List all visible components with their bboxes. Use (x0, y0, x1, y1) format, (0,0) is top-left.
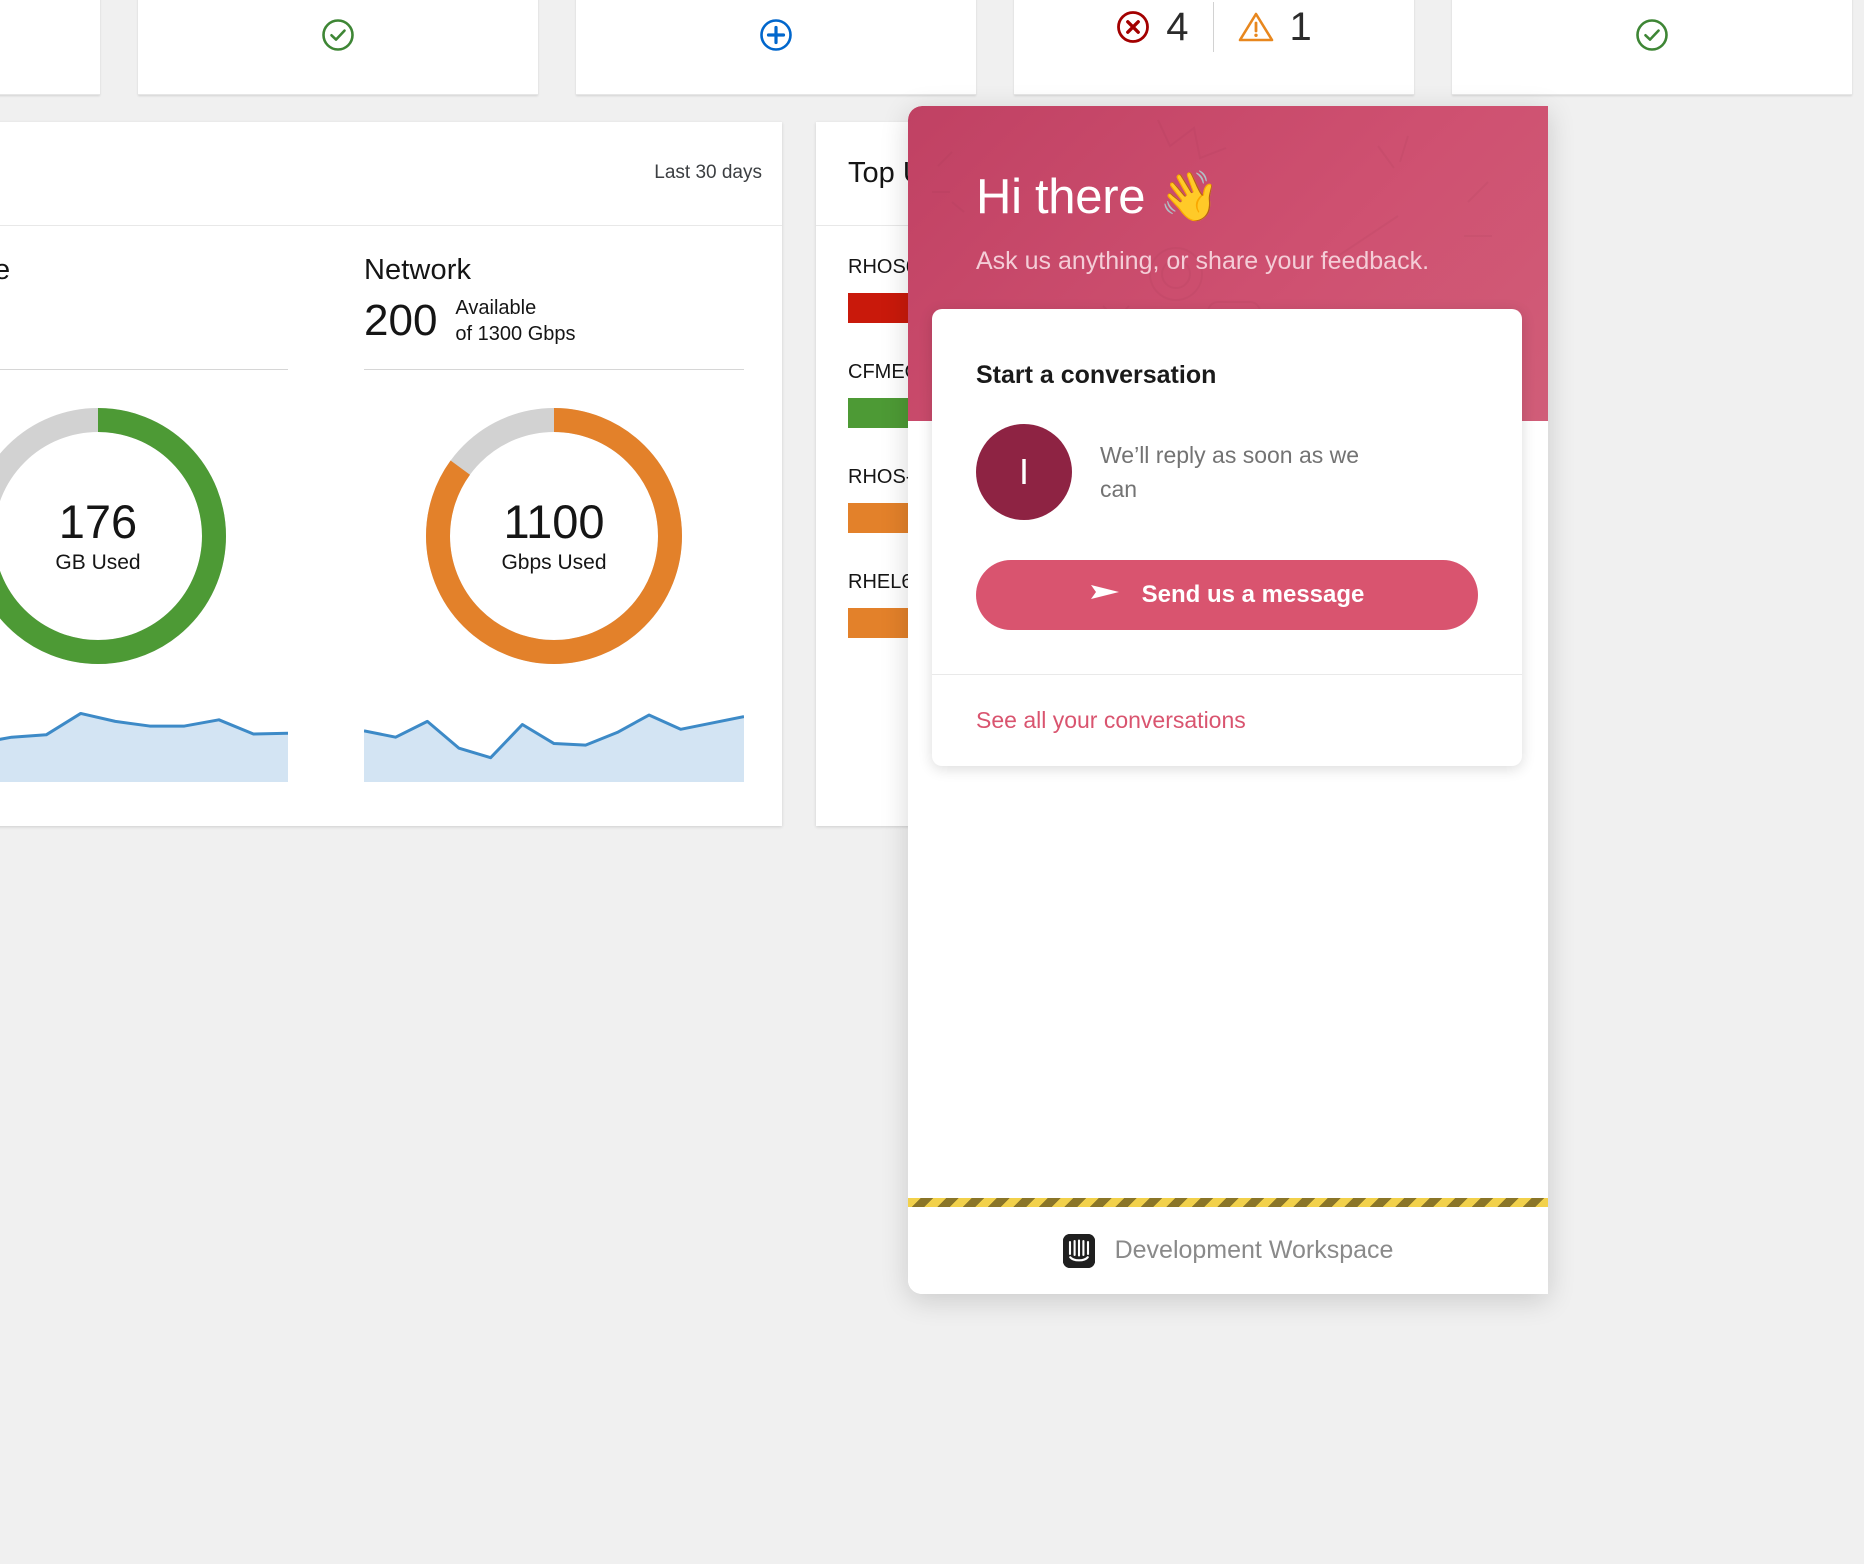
donut-center-label: 1100 Gbps Used (418, 400, 690, 672)
conversation-reply-row: I We’ll reply as soon as we can (932, 390, 1522, 520)
usage-metric: 200 Available of 1300 Gbps (364, 295, 744, 347)
donut-value: 1100 (503, 494, 605, 548)
workspace-label: Development Workspace (1114, 1236, 1394, 1264)
avatar: I (976, 424, 1072, 520)
donut-label: GB Used (55, 550, 141, 574)
status-card-strip: 4 1 (0, 0, 1860, 95)
usage-column-title: Network (364, 254, 472, 286)
storage-donut-chart: 176 GB Used (0, 400, 234, 672)
status-card-alerts[interactable]: 4 1 (1014, 0, 1414, 95)
usage-card-header: Last 30 days (0, 122, 782, 226)
send-message-label: Send us a message (1141, 581, 1365, 608)
usage-column-network: Network 200 Available of 1300 Gbps 1100 … (326, 226, 782, 782)
messenger-subtitle: Ask us anything, or share your feedback. (976, 247, 1430, 275)
usage-metric: able 32 GB (0, 295, 288, 347)
usage-available-sub: of 1300 Gbps (455, 323, 576, 345)
usage-card-body: Storage able 32 GB 176 (0, 226, 782, 782)
usage-column-title: Storage (0, 254, 11, 286)
usage-available-label: Available (455, 297, 537, 319)
usage-divider (364, 369, 744, 370)
workspace-warning-stripe (908, 1198, 1548, 1207)
usage-range-label[interactable]: Last 30 days (654, 162, 762, 184)
send-message-button[interactable]: Send us a message (976, 560, 1478, 630)
conversation-footer: See all your conversations (932, 674, 1522, 766)
intercom-messenger-panel: Hi there 👋 Ask us anything, or share you… (908, 106, 1548, 1294)
count-divider (1212, 2, 1214, 52)
error-count: 4 (1166, 5, 1189, 49)
usage-divider (0, 369, 288, 370)
plus-circle-icon (759, 18, 793, 52)
see-all-conversations-link[interactable]: See all your conversations (976, 707, 1246, 733)
warning-count: 1 (1289, 5, 1312, 49)
check-circle-icon (1635, 18, 1669, 52)
network-donut-chart: 1100 Gbps Used (418, 400, 690, 672)
donut-value: 176 (58, 494, 138, 548)
screen-root: 4 1 Last 30 days e 176 GB Used Network 2… (0, 0, 1864, 1564)
usage-available-detail: Available of 1300 Gbps (455, 295, 575, 347)
check-circle-icon (321, 18, 355, 52)
messenger-footer: Development Workspace (908, 1198, 1548, 1294)
intercom-logo-icon (1062, 1233, 1095, 1268)
usage-column-storage: Storage able 32 GB 176 (0, 226, 326, 782)
waving-hand-icon: 👋 (1159, 170, 1220, 224)
usage-available-value: 200 (364, 295, 438, 345)
start-conversation-card: Start a conversation I We’ll reply as so… (932, 309, 1522, 766)
status-card-ok-primary[interactable] (138, 0, 538, 95)
status-card-ok-secondary[interactable] (1452, 0, 1852, 95)
start-conversation-title: Start a conversation (976, 361, 1217, 389)
usage-card: Last 30 days Storage able 32 GB (0, 122, 782, 826)
donut-center-label: 176 GB Used (0, 400, 234, 672)
workspace-indicator: Development Workspace (908, 1207, 1548, 1294)
paper-plane-icon (1090, 580, 1120, 611)
alert-counts: 4 1 (1116, 2, 1312, 52)
error-circle-icon (1116, 10, 1150, 44)
messenger-greeting: Hi there 👋 (976, 168, 1548, 225)
status-card-blank[interactable] (0, 0, 100, 95)
warning-triangle-icon (1238, 11, 1274, 43)
storage-sparkline (0, 690, 288, 782)
status-card-add[interactable] (576, 0, 976, 95)
network-sparkline (364, 690, 744, 782)
reply-note: We’ll reply as soon as we can (1100, 441, 1360, 503)
donut-label: Gbps Used (501, 550, 607, 574)
greeting-text: Hi there (976, 169, 1146, 224)
